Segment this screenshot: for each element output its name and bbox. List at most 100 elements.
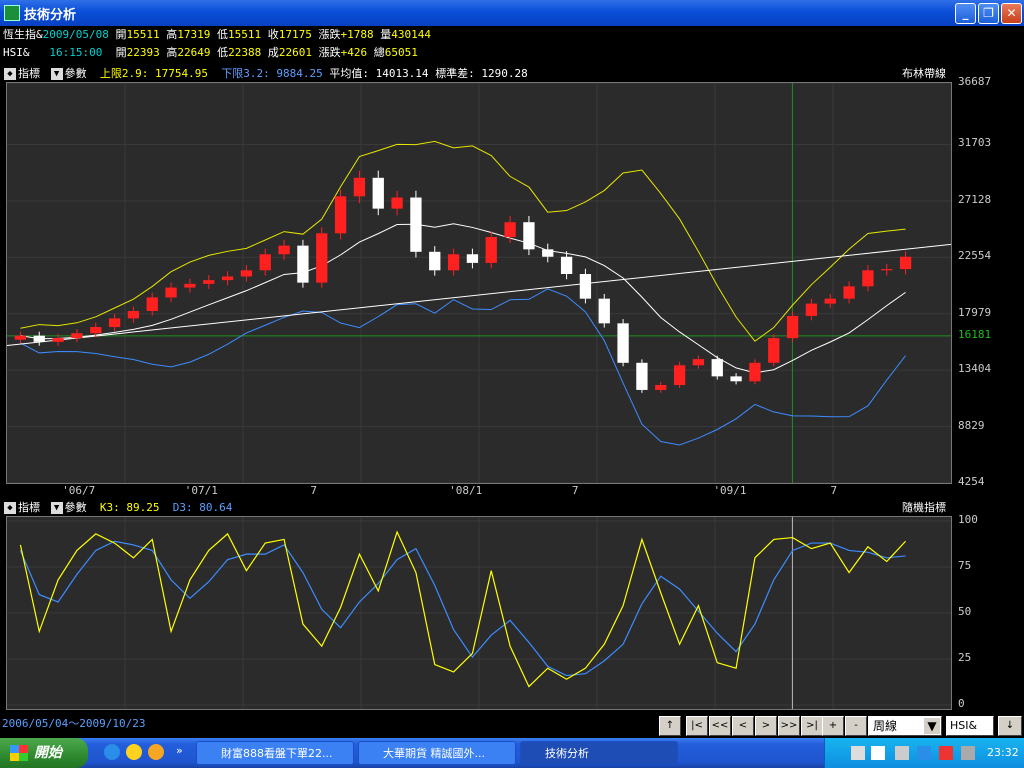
main-panel-header: ◆ 指標 ▼ 參數 上限2.9: 17754.95 下限3.2: 9884.25 平… — [0, 66, 1024, 82]
y-tick-label: 13404 — [958, 362, 992, 376]
last-button[interactable]: >| — [801, 716, 823, 736]
sub-chart-area[interactable] — [6, 516, 952, 710]
taskbar: 開始 » 財富888看盤下單22... 大華期貨 精誠國外... 技術分析 23… — [0, 738, 1024, 768]
param-button[interactable]: 參數 — [65, 501, 87, 514]
start-button[interactable]: 開始 — [0, 738, 88, 768]
y-tick-label: 50 — [958, 605, 972, 618]
average-label: 平均值: 14013.14 — [329, 67, 429, 80]
candle-body — [579, 274, 592, 299]
ime-icon[interactable] — [871, 746, 885, 760]
forward-button[interactable]: > — [755, 716, 777, 736]
indicator-menu-icon[interactable]: ◆ — [4, 68, 16, 80]
task-tech-analysis[interactable]: 技術分析 — [520, 741, 678, 765]
y-tick-label: 17979 — [958, 305, 992, 319]
candle-body — [71, 333, 83, 339]
network-icon[interactable] — [917, 746, 931, 760]
task-dahua[interactable]: 大華期貨 精誠國外... — [358, 741, 516, 765]
indicator-name: 隨機指標 — [902, 501, 946, 514]
candle-body — [560, 256, 573, 275]
param-button[interactable]: 參數 — [65, 67, 87, 80]
maximize-button[interactable]: ❐ — [978, 3, 999, 24]
indicator-button[interactable]: 指標 — [18, 67, 40, 80]
y-tick-label: 25 — [958, 651, 972, 664]
x-tick-label: 7 — [310, 484, 317, 497]
y-tick-label: 27128 — [958, 192, 992, 206]
bollinger-lower-line — [20, 288, 906, 446]
task-caifu[interactable]: 財富888看盤下單22... — [196, 741, 354, 765]
zoom-in-button[interactable]: + — [822, 716, 844, 736]
keyboard-icon[interactable] — [851, 746, 865, 760]
label-high: 高 — [166, 28, 178, 41]
sub-panel-header: ◆ 指標 ▼ 參數 K3: 89.25 D3: 80.64 隨機指標 — [0, 500, 1024, 516]
candle-body — [730, 376, 742, 382]
scroll-up-button[interactable]: ↑ — [659, 716, 681, 736]
candle-body — [711, 359, 723, 377]
upper-band-label: 上限2.9: 17754.95 — [99, 67, 208, 80]
candle-body — [447, 254, 460, 271]
candle-body — [391, 197, 403, 209]
smiley-icon[interactable] — [148, 744, 164, 760]
param-menu-icon[interactable]: ▼ — [50, 502, 63, 514]
messenger-icon[interactable] — [126, 744, 142, 760]
symbol-input[interactable]: HSI& — [946, 716, 994, 736]
k-line — [19, 530, 907, 688]
period-select[interactable]: 周線 ▼ — [868, 716, 942, 736]
close-button[interactable]: ✕ — [1001, 3, 1022, 24]
candle-body — [899, 256, 912, 270]
candle-body — [598, 298, 610, 324]
candle-body — [786, 315, 799, 339]
candle-body — [843, 286, 855, 299]
x-tick-label: '09/1 — [713, 484, 747, 497]
candle-body — [542, 249, 554, 257]
bollinger-upper-line — [20, 140, 906, 342]
indicator-menu-icon[interactable]: ◆ — [4, 502, 16, 514]
fast-back-button[interactable]: << — [709, 716, 731, 736]
candle-body — [184, 283, 196, 288]
label-low: 低 — [216, 28, 228, 41]
first-button[interactable]: |< — [686, 716, 708, 736]
value-trade: 22601 — [278, 46, 312, 59]
candle-body — [297, 245, 309, 283]
x-tick-label: 7 — [571, 484, 579, 497]
y-tick-label: 0 — [958, 697, 965, 710]
candle-body — [824, 298, 836, 304]
scroll-down-button[interactable]: ↓ — [998, 716, 1022, 736]
x-tick-label: '08/1 — [449, 484, 483, 497]
period-value: 周線 — [873, 719, 898, 733]
value-high: 17319 — [177, 28, 211, 41]
k-value-label: K3: 89.25 — [99, 501, 160, 514]
bollinger-chart — [6, 82, 952, 484]
value-low: 22388 — [228, 46, 262, 59]
overflow-icon[interactable]: » — [176, 744, 183, 757]
fast-forward-button[interactable]: >> — [778, 716, 800, 736]
minimize-button[interactable]: _ — [955, 3, 976, 24]
y-tick-label: 22554 — [958, 249, 992, 263]
main-x-axis: '06/7 '07/1 7 '08/1 7 '09/1 7 — [6, 484, 952, 500]
y-tick-label: 16181 — [958, 327, 992, 341]
chevron-down-icon[interactable]: ▼ — [924, 718, 940, 734]
zoom-out-button[interactable]: - — [845, 716, 867, 736]
security-icon[interactable] — [939, 746, 953, 760]
label-volume: 量 — [380, 28, 392, 41]
indicator-button[interactable]: 指標 — [18, 501, 40, 514]
candle-body — [768, 338, 780, 363]
label-low: 低 — [217, 46, 229, 59]
candle-body — [881, 269, 893, 271]
param-menu-icon[interactable]: ▼ — [50, 68, 63, 80]
quicklaunch-icon[interactable] — [104, 744, 120, 760]
back-button[interactable]: < — [732, 716, 754, 736]
main-y-axis: 36687 31703 27128 22554 17979 16181 13404 8829 4… — [954, 75, 1024, 488]
candle-body — [749, 362, 761, 382]
volume-icon[interactable] — [895, 746, 909, 760]
lower-band-label: 下限3.2: 9884.25 — [221, 67, 323, 80]
start-label: 開始 — [34, 745, 62, 761]
candle-body — [485, 237, 497, 263]
tray-app-icon[interactable] — [961, 746, 975, 760]
candle-body — [655, 385, 667, 390]
window-titlebar: 技術分析 _ ❐ ✕ — [0, 0, 1024, 26]
app-icon — [4, 5, 20, 21]
main-chart-area[interactable] — [6, 82, 952, 484]
value-change: +426 — [340, 46, 368, 59]
value-close: 17175 — [278, 28, 312, 41]
candle-body — [127, 311, 140, 319]
